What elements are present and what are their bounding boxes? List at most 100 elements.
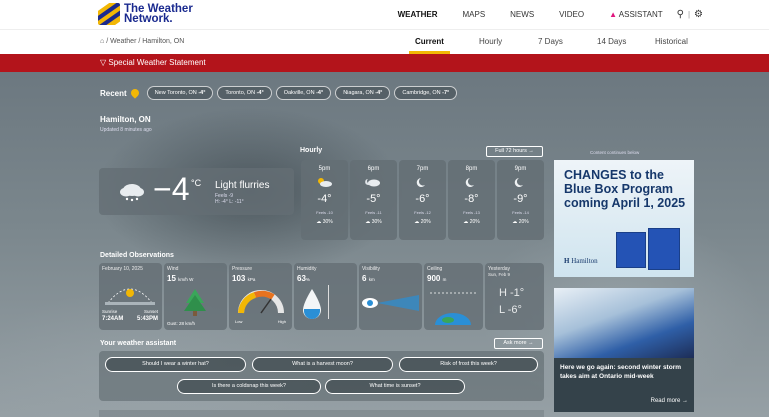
settings-gear-icon[interactable]: ⚙ (694, 9, 703, 20)
news-card[interactable]: Here we go again: second winter storm ta… (554, 288, 694, 412)
tree-wind-icon (184, 289, 206, 316)
city-name: Hamilton, ON (100, 115, 151, 124)
hour-time: 9pm (514, 166, 527, 172)
advertisement[interactable]: CHANGES to the Blue Box Program coming A… (554, 160, 694, 277)
ceiling-unit: m (442, 277, 447, 282)
hour-pop-value: 20% (469, 219, 480, 225)
tab-current[interactable]: Current (409, 37, 450, 54)
logo-text-line2: Network. (124, 13, 173, 25)
current-conditions-card: −4 °C Light flurries Feels -9 H: -4° L: … (99, 168, 294, 215)
ceiling-earth-icon (430, 292, 476, 325)
hour-pop: ☁ 30% (350, 219, 397, 225)
tab-hourly[interactable]: Hourly (479, 37, 502, 46)
alert-text: Special Weather Statement (108, 58, 206, 67)
hour-time: 7pm (416, 166, 429, 172)
recent-chip[interactable]: New Toronto, ON -4° (146, 86, 214, 100)
site-logo[interactable]: The Weather Network. (98, 3, 193, 25)
ask-more-button[interactable]: Ask more → (494, 338, 543, 349)
hour-temp: -6° (415, 193, 430, 205)
nav-assistant[interactable]: ▲ ASSISTANT (609, 10, 663, 19)
hour-temp: -5° (366, 193, 381, 205)
top-navigation-bar: The Weather Network. WEATHER MAPS NEWS V… (0, 0, 769, 29)
recent-chip[interactable]: Niagara, ON -4° (335, 86, 391, 100)
sunrise-label: Sunrise (102, 309, 118, 314)
wind-unit: km/h W (178, 277, 194, 282)
assistant-question[interactable]: Risk of frost this week? (399, 357, 538, 372)
main-nav: WEATHER MAPS NEWS VIDEO ▲ ASSISTANT ⚲ | … (373, 0, 703, 29)
temperature-unit-toggle[interactable]: °C (191, 178, 201, 188)
recent-chip-name: Toronto, ON (225, 90, 256, 96)
obs-label: Pressure (232, 266, 253, 272)
location-pin-icon (129, 87, 141, 99)
water-drop-icon (303, 289, 321, 319)
snow-icon: ☁ (512, 219, 518, 225)
ceiling-value: 900 (427, 274, 441, 283)
hour-pop: ☁ 20% (399, 219, 446, 225)
hour-time: 6pm (367, 166, 380, 172)
hour-feels: Feels -14 (512, 210, 529, 215)
assistant-icon: ▲ (609, 10, 617, 19)
obs-label: Humidity (297, 266, 317, 272)
nav-news[interactable]: NEWS (510, 10, 534, 19)
blue-box-bin-icon (648, 228, 680, 270)
assistant-question[interactable]: Should I wear a winter hat? (105, 357, 246, 372)
nav-weather[interactable]: WEATHER (398, 10, 438, 19)
search-icon[interactable]: ⚲ (677, 9, 684, 20)
hourly-card[interactable]: 8pm -8° Feels -13 ☁ 20% (448, 160, 495, 240)
updated-time: Updated 8 minutes ago (100, 127, 152, 133)
pressure-high-label: High (277, 319, 286, 324)
recent-chip[interactable]: Cambridge, ON -7° (394, 86, 458, 100)
wind-observation: Wind 15 km/h W Gust: 28 km/h (164, 263, 227, 330)
cloudy-night-icon (365, 179, 380, 187)
moon-icon (416, 178, 425, 187)
observations-title: Detailed Observations (100, 252, 174, 259)
hour-temp: -4° (317, 193, 332, 205)
nav-maps[interactable]: MAPS (462, 10, 485, 19)
hour-feels: Feels -13 (463, 210, 480, 215)
tab-14-days[interactable]: 14 Days (597, 37, 626, 46)
tab-historical[interactable]: Historical (655, 37, 688, 46)
logo-mark-icon (98, 3, 120, 25)
sub-navigation-bar: ⌂ / Weather / Hamilton, ON Current Hourl… (0, 29, 769, 54)
yesterday-observation: Yesterday Sun, Feb 9 H -1° L -6° (485, 263, 544, 330)
nav-video[interactable]: VIDEO (559, 10, 584, 19)
hourly-card[interactable]: 7pm -6° Feels -12 ☁ 20% (399, 160, 446, 240)
recent-chip[interactable]: Oakville, ON -4° (275, 86, 332, 100)
hourly-card[interactable]: 5pm -4° Feels -10 ☁ 30% (301, 160, 348, 240)
sunset-label: Sunset (143, 309, 158, 314)
hour-pop: ☁ 20% (448, 219, 495, 225)
humidity-scale (328, 285, 329, 319)
assistant-question[interactable]: What time is sunset? (325, 379, 465, 394)
snow-icon: ☁ (414, 219, 420, 225)
recent-chip-temp: -4° (375, 90, 383, 96)
ad-brand: H Hamilton (564, 257, 598, 265)
full-72-hours-button[interactable]: Full 72 hours → (486, 146, 543, 157)
recent-locations: Recent New Toronto, ON -4° Toronto, ON -… (100, 86, 461, 100)
tab-7-days[interactable]: 7 Days (538, 37, 563, 46)
visibility-value: 6 (362, 274, 367, 283)
sunset-time: 5:43PM (136, 316, 158, 322)
assistant-question[interactable]: Is there a coldsnap this week? (177, 379, 321, 394)
hour-time: 8pm (465, 166, 478, 172)
hourly-card[interactable]: 9pm -9° Feels -14 ☁ 20% (497, 160, 544, 240)
pressure-unit: kPa (247, 277, 256, 282)
weather-alert-banner[interactable]: ▽ Special Weather Statement (0, 54, 769, 72)
recent-chip-temp: -7° (442, 90, 450, 96)
forecast-tabs: Current Hourly 7 Days 14 Days Historical (0, 30, 769, 55)
yesterday-date: Sun, Feb 9 (488, 272, 511, 277)
hour-time: 5pm (318, 166, 331, 172)
pressure-value: 103 (232, 274, 246, 283)
sun-arc-icon (105, 288, 155, 305)
yesterday-low: L -6° (499, 304, 522, 316)
recent-chip[interactable]: Toronto, ON -4° (217, 86, 272, 100)
storm-map-image (554, 288, 694, 358)
hourly-card[interactable]: 6pm -5° Feels -11 ☁ 30% (350, 160, 397, 240)
blue-box-bin-icon (616, 232, 646, 268)
moon-icon (465, 178, 474, 187)
wind-value: 15 (167, 274, 176, 283)
high-low: H: -4° L: -11° (215, 199, 244, 205)
hour-feels: Feels -11 (365, 210, 382, 215)
assistant-question[interactable]: What is a harvest moon? (252, 357, 393, 372)
read-more-link[interactable]: Read more → (651, 398, 688, 404)
recent-chip-name: Cambridge, ON (402, 90, 441, 96)
